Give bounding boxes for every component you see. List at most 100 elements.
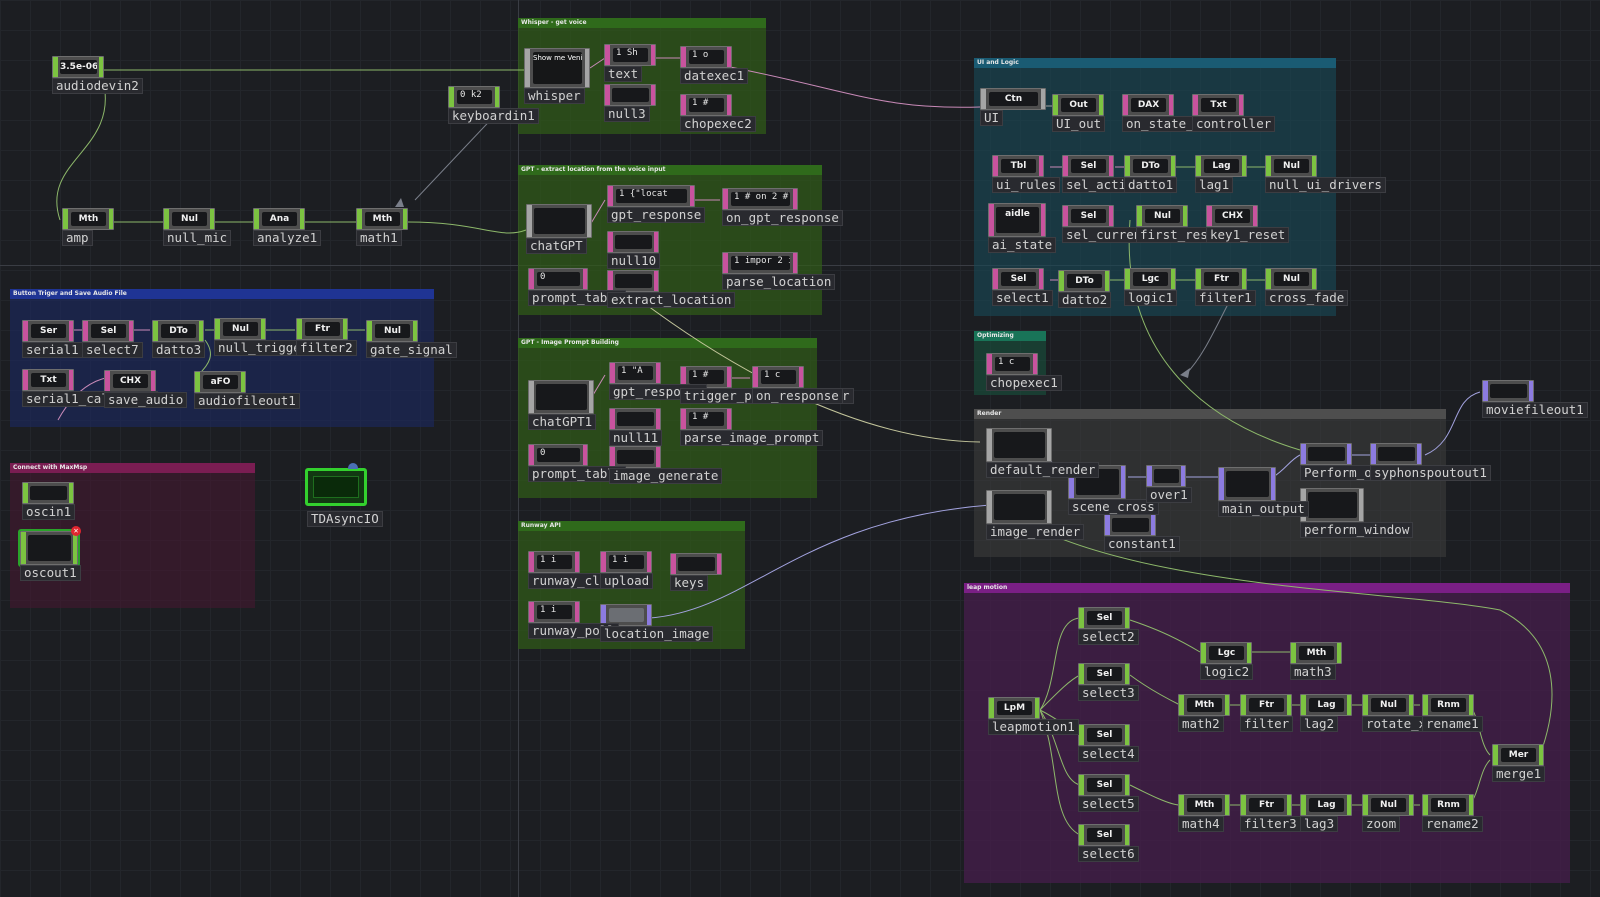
- node-label[interactable]: filter2: [296, 340, 357, 356]
- output-connector[interactable]: [727, 409, 731, 429]
- input-connector[interactable]: [1301, 695, 1306, 715]
- node-label[interactable]: chatGPT: [526, 238, 587, 254]
- output-connector[interactable]: [1347, 444, 1351, 464]
- node-label[interactable]: rotate_x: [1362, 716, 1431, 732]
- input-connector[interactable]: [529, 269, 534, 289]
- node-label[interactable]: math4: [1178, 816, 1224, 832]
- node-filter1[interactable]: Ftr filter1: [1195, 268, 1256, 306]
- node-label[interactable]: filter3: [1240, 816, 1301, 832]
- node-label[interactable]: cross_fade: [1265, 290, 1349, 306]
- node-image-generate[interactable]: image_generate: [609, 446, 723, 484]
- node-label[interactable]: null_mic: [163, 230, 232, 246]
- input-connector[interactable]: [1219, 468, 1224, 500]
- input-connector[interactable]: [525, 49, 530, 87]
- output-connector[interactable]: [1099, 95, 1103, 115]
- node-label[interactable]: default_render: [986, 462, 1100, 478]
- node-text[interactable]: 1 Sh text: [604, 44, 656, 82]
- input-connector[interactable]: [1266, 269, 1271, 289]
- input-connector[interactable]: [993, 156, 998, 176]
- node-label[interactable]: oscout1: [20, 565, 81, 581]
- node-label[interactable]: filter: [1240, 716, 1294, 732]
- node-runway-poll[interactable]: 1 i runway_poll: [528, 601, 619, 639]
- node-serial1-callbacks[interactable]: Txt serial1_callbacks: [22, 369, 158, 407]
- node-perform-out[interactable]: Perform_out: [1300, 443, 1391, 481]
- node-select5[interactable]: Sel select5: [1078, 774, 1139, 812]
- node-datto3[interactable]: DTo datto3: [152, 320, 206, 358]
- node-label[interactable]: over1: [1146, 487, 1192, 503]
- output-connector[interactable]: [1417, 444, 1421, 464]
- output-connector[interactable]: [1247, 643, 1251, 663]
- output-connector[interactable]: [1409, 695, 1413, 715]
- input-connector[interactable]: [1423, 795, 1428, 815]
- input-connector[interactable]: [1207, 206, 1212, 226]
- input-connector[interactable]: [529, 602, 534, 622]
- node-lag3[interactable]: Lag lag3: [1300, 794, 1352, 832]
- output-connector[interactable]: [241, 372, 245, 392]
- input-connector[interactable]: [987, 429, 992, 461]
- node-label[interactable]: merge1: [1492, 766, 1546, 782]
- output-connector[interactable]: [656, 409, 660, 429]
- output-connector[interactable]: [1312, 269, 1316, 289]
- node-label[interactable]: whisper: [524, 88, 585, 104]
- node-audiofileout1[interactable]: aFO audiofileout1: [194, 371, 300, 409]
- output-connector[interactable]: [647, 552, 651, 572]
- input-connector[interactable]: [989, 698, 994, 718]
- node-gate-signal[interactable]: Nul gate_signal: [366, 320, 457, 358]
- input-connector[interactable]: [1105, 515, 1110, 535]
- network-editor-canvas[interactable]: Whisper - get voice GPT - extract locati…: [0, 0, 1600, 897]
- node-merge1[interactable]: Mer merge1: [1492, 744, 1546, 782]
- output-connector[interactable]: [793, 253, 797, 273]
- output-connector[interactable]: [1105, 271, 1109, 291]
- output-connector[interactable]: [1225, 695, 1229, 715]
- node-math1[interactable]: Mth math1: [356, 208, 408, 246]
- input-connector[interactable]: [1423, 695, 1428, 715]
- input-connector[interactable]: [989, 204, 994, 236]
- node-label[interactable]: moviefileout1: [1482, 402, 1588, 418]
- input-connector[interactable]: [610, 363, 615, 383]
- output-connector[interactable]: [1151, 515, 1155, 535]
- output-connector[interactable]: [199, 321, 203, 341]
- input-connector[interactable]: [681, 409, 686, 429]
- output-connector[interactable]: [1181, 466, 1185, 486]
- node-label[interactable]: parse_image_prompt: [680, 430, 824, 446]
- input-connector[interactable]: [610, 447, 615, 467]
- input-connector[interactable]: [153, 321, 158, 341]
- output-connector[interactable]: [1312, 156, 1316, 176]
- node-keys[interactable]: keys: [670, 553, 722, 591]
- output-connector[interactable]: [583, 269, 587, 289]
- output-connector[interactable]: [1035, 698, 1039, 718]
- node-label[interactable]: lag3: [1300, 816, 1339, 832]
- node-ui[interactable]: Ctn UI: [980, 88, 1046, 126]
- input-connector[interactable]: [527, 205, 532, 237]
- input-connector[interactable]: [1079, 775, 1084, 795]
- output-connector[interactable]: [1347, 695, 1351, 715]
- input-connector[interactable]: [1123, 95, 1128, 115]
- input-connector[interactable]: [605, 45, 610, 65]
- input-connector[interactable]: [529, 381, 534, 413]
- input-connector[interactable]: [1059, 271, 1064, 291]
- node-label[interactable]: on_response: [752, 388, 843, 404]
- node-null10[interactable]: null10: [607, 231, 661, 269]
- node-leapmotion1[interactable]: LpM leapmotion1: [988, 697, 1079, 735]
- input-connector[interactable]: [1301, 444, 1306, 464]
- input-connector[interactable]: [449, 87, 454, 107]
- node-select2[interactable]: Sel select2: [1078, 607, 1139, 645]
- input-connector[interactable]: [681, 95, 686, 115]
- input-connector[interactable]: [21, 532, 26, 564]
- node-default-render[interactable]: default_render: [986, 428, 1100, 478]
- output-connector[interactable]: [1469, 795, 1473, 815]
- node-select6[interactable]: Sel select6: [1078, 824, 1139, 862]
- input-connector[interactable]: [1193, 95, 1198, 115]
- node-save-audio[interactable]: CHX save_audio: [104, 370, 188, 408]
- input-connector[interactable]: [1363, 795, 1368, 815]
- node-label[interactable]: perform_window: [1300, 522, 1414, 538]
- tdasyncio-component[interactable]: TDAsyncIO: [305, 463, 383, 527]
- node-moviefileout1[interactable]: moviefileout1: [1482, 380, 1588, 418]
- input-connector[interactable]: [1363, 695, 1368, 715]
- output-connector[interactable]: [300, 209, 304, 229]
- node-label[interactable]: upload: [600, 573, 654, 589]
- output-connector[interactable]: [651, 45, 655, 65]
- output-connector[interactable]: [656, 447, 660, 467]
- input-connector[interactable]: [1053, 95, 1058, 115]
- output-connector[interactable]: [1169, 95, 1173, 115]
